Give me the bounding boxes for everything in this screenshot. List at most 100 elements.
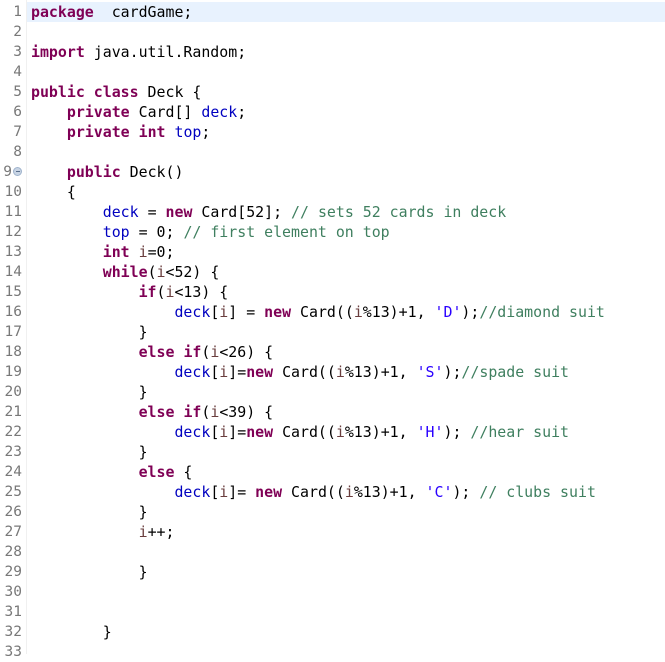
code-text: deck[i]= new Card((i%13)+1, 'C'); // clu… xyxy=(31,482,596,502)
line-number: 19 xyxy=(4,364,22,380)
code-line[interactable]: 26 } xyxy=(0,502,665,522)
code-line[interactable]: 27 i++; xyxy=(0,522,665,542)
code-editor[interactable]: 1 package cardGame; 2 3 import java.util.Ran… xyxy=(0,2,665,662)
line-number: 4 xyxy=(13,64,22,80)
code-line[interactable]: 8 xyxy=(0,142,665,162)
code-line[interactable]: 1 package cardGame; xyxy=(0,2,665,22)
code-text: public class Deck { xyxy=(31,82,201,102)
code-text: deck[i] = new Card((i%13)+1, 'D');//diam… xyxy=(31,302,604,322)
keyword-token: new xyxy=(246,363,274,381)
code-line[interactable]: 25 deck[i]= new Card((i%13)+1, 'C'); // … xyxy=(0,482,665,502)
local-variable-token: i xyxy=(210,403,220,421)
code-line[interactable]: 16 deck[i] = new Card((i%13)+1, 'D');//d… xyxy=(0,302,665,322)
code-token: Deck() xyxy=(120,163,184,181)
code-line[interactable]: 11 deck = new Card[52]; // sets 52 cards… xyxy=(0,202,665,222)
code-text: else { xyxy=(31,462,193,482)
code-text: deck[i]=new Card((i%13)+1, 'S');//spade … xyxy=(31,362,569,382)
code-token: =0; xyxy=(147,243,175,261)
code-text: { xyxy=(31,182,76,202)
code-token: ]= xyxy=(228,483,256,501)
code-line[interactable]: 19 deck[i]=new Card((i%13)+1, 'S');//spa… xyxy=(0,362,665,382)
string-token: 'D' xyxy=(434,303,462,321)
code-text: public Deck() xyxy=(31,162,184,182)
code-token: ( xyxy=(201,403,211,421)
code-line[interactable]: 7 private int top; xyxy=(0,122,665,142)
code-line[interactable]: 5 public class Deck { xyxy=(0,82,665,102)
code-text: package cardGame; xyxy=(31,2,192,22)
code-token: %13)+1, xyxy=(362,303,435,321)
line-number: 12 xyxy=(4,224,22,240)
line-number: 22 xyxy=(4,424,22,440)
code-line[interactable]: 23 } xyxy=(0,442,665,462)
code-token: [ xyxy=(210,483,220,501)
code-line[interactable]: 18 else if(i<26) { xyxy=(0,342,665,362)
code-token: Card(( xyxy=(282,483,345,501)
comment-token: // clubs suit xyxy=(479,483,596,501)
local-variable-token: i xyxy=(219,483,229,501)
code-line[interactable]: 20 } xyxy=(0,382,665,402)
code-line[interactable]: 12 top = 0; // first element on top xyxy=(0,222,665,242)
code-line[interactable]: 10 { xyxy=(0,182,665,202)
comment-token: //spade suit xyxy=(461,363,570,381)
code-line[interactable]: 6 private Card[] deck; xyxy=(0,102,665,122)
field-token: deck xyxy=(201,103,238,121)
code-token: } xyxy=(31,443,148,461)
line-number: 11 xyxy=(4,204,22,220)
line-number: 7 xyxy=(13,124,22,140)
code-text: if(i<13) { xyxy=(31,282,229,302)
code-token: ; xyxy=(237,103,247,121)
code-line[interactable]: 13 int i=0; xyxy=(0,242,665,262)
line-number: 24 xyxy=(4,464,22,480)
code-line[interactable]: 21 else if(i<39) { xyxy=(0,402,665,422)
code-line[interactable]: 2 xyxy=(0,22,665,42)
code-line[interactable]: 15 if(i<13) { xyxy=(0,282,665,302)
keyword-token: new xyxy=(246,423,274,441)
line-number: 18 xyxy=(4,344,22,360)
line-number: 17 xyxy=(4,324,22,340)
code-line[interactable]: 17 } xyxy=(0,322,665,342)
code-line[interactable]: 32 } xyxy=(0,622,665,642)
code-token: [ xyxy=(210,423,220,441)
code-line[interactable]: 30 xyxy=(0,582,665,602)
line-number: 30 xyxy=(4,584,22,600)
comment-token: //hear suit xyxy=(470,423,570,441)
code-token: <52) { xyxy=(165,263,220,281)
code-text: int i=0; xyxy=(31,242,175,262)
keyword-token: public xyxy=(31,83,85,101)
string-token: 'S' xyxy=(416,363,444,381)
code-line[interactable]: 3 import java.util.Random; xyxy=(0,42,665,62)
code-line[interactable]: 31 xyxy=(0,602,665,622)
keyword-token: else xyxy=(138,403,175,421)
code-token: cardGame; xyxy=(93,3,193,21)
line-number: 1 xyxy=(13,4,22,20)
local-variable-token: i xyxy=(138,243,148,261)
code-line[interactable]: 14 while(i<52) { xyxy=(0,262,665,282)
code-line[interactable]: 33 xyxy=(0,642,665,662)
code-token: ); xyxy=(443,363,462,381)
keyword-token: new xyxy=(264,303,292,321)
code-text: else if(i<39) { xyxy=(31,402,274,422)
code-line[interactable]: 29 } xyxy=(0,562,665,582)
line-number: 5 xyxy=(13,84,22,100)
line-number: 25 xyxy=(4,484,22,500)
code-token: <39) { xyxy=(219,403,274,421)
field-token: deck xyxy=(174,483,211,501)
code-token: ( xyxy=(147,263,157,281)
line-number: 26 xyxy=(4,504,22,520)
collapse-fold-icon[interactable] xyxy=(13,167,22,176)
code-line[interactable]: 4 xyxy=(0,62,665,82)
code-line[interactable]: 24 else { xyxy=(0,462,665,482)
line-number: 29 xyxy=(4,564,22,580)
code-line[interactable]: 9 public Deck() xyxy=(0,162,665,182)
local-variable-token: i xyxy=(344,483,354,501)
code-token: ( xyxy=(156,283,166,301)
code-token: } xyxy=(31,623,112,641)
code-token: } xyxy=(31,383,148,401)
code-text: top = 0; // first element on top xyxy=(31,222,390,242)
code-line[interactable]: 22 deck[i]=new Card((i%13)+1, 'H'); //he… xyxy=(0,422,665,442)
line-number: 6 xyxy=(13,104,22,120)
code-token: %13)+1, xyxy=(353,483,426,501)
code-line[interactable]: 28 xyxy=(0,542,665,562)
